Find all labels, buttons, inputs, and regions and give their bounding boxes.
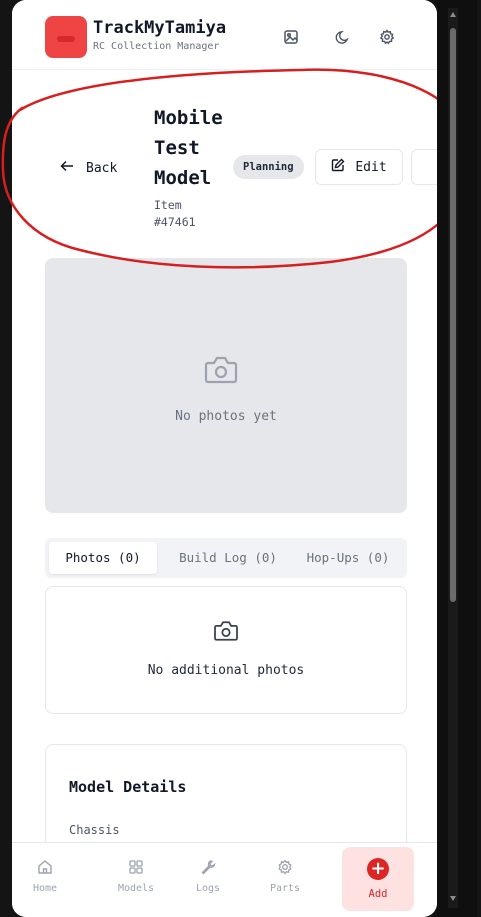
nav-home-label: Home — [32, 883, 58, 894]
detail-tabs: Photos (0) Build Log (0) Hop-Ups (0) — [45, 538, 407, 578]
scroll-down-arrow[interactable] — [450, 896, 456, 901]
scrollbar[interactable] — [437, 0, 477, 917]
app-logo[interactable] — [45, 16, 87, 58]
scroll-up-arrow[interactable] — [450, 12, 456, 17]
more-actions-button[interactable] — [411, 149, 437, 185]
scrollbar-thumb[interactable] — [450, 28, 456, 602]
edit-icon — [331, 158, 345, 176]
car-icon — [57, 36, 75, 42]
arrow-left-icon — [60, 160, 74, 176]
grid-icon — [128, 855, 144, 879]
bottom-nav: Home Models Logs Parts + Add — [12, 842, 437, 917]
photo-placeholder[interactable]: No photos yet — [45, 258, 407, 513]
status-badge: Planning — [233, 155, 304, 179]
chassis-label: Chassis — [69, 823, 120, 837]
app-header: TrackMyTamiya RC Collection Manager — [12, 0, 437, 70]
additional-photos-card: No additional photos — [45, 586, 407, 714]
edit-label: Edit — [355, 159, 387, 175]
item-number: Item #47461 — [154, 198, 196, 229]
settings-icon[interactable] — [376, 26, 398, 48]
nav-add-label: Add — [368, 888, 388, 900]
moon-icon[interactable] — [331, 26, 353, 48]
nav-home[interactable]: Home — [30, 843, 60, 911]
tab-build-log[interactable]: Build Log (0) — [169, 542, 287, 574]
app-subtitle: RC Collection Manager — [93, 41, 220, 52]
back-label: Back — [86, 160, 118, 176]
gallery-icon[interactable] — [280, 26, 302, 48]
back-button[interactable]: Back — [60, 160, 117, 176]
nav-logs[interactable]: Logs — [188, 843, 228, 911]
home-icon — [37, 855, 53, 879]
wrench-icon — [200, 855, 216, 879]
no-photos-text: No photos yet — [175, 409, 277, 424]
model-title: Mobile Test Model — [154, 107, 223, 189]
nav-parts[interactable]: Parts — [265, 843, 305, 911]
nav-models-label: Models — [117, 883, 155, 894]
app-frame: TrackMyTamiya RC Collection Manager Back… — [12, 0, 437, 917]
model-details-title: Model Details — [69, 778, 187, 796]
nav-parts-label: Parts — [269, 883, 301, 894]
tab-hop-ups[interactable]: Hop-Ups (0) — [295, 542, 401, 574]
app-title: TrackMyTamiya — [93, 18, 227, 38]
gear-icon — [277, 855, 293, 879]
camera-icon — [204, 355, 238, 389]
edit-button[interactable]: Edit — [315, 149, 403, 185]
tab-photos[interactable]: Photos (0) — [49, 542, 157, 574]
camera-icon — [213, 620, 239, 646]
no-additional-photos-text: No additional photos — [147, 663, 305, 678]
nav-logs-label: Logs — [195, 883, 221, 894]
nav-models[interactable]: Models — [108, 843, 164, 911]
plus-icon: + — [367, 858, 389, 880]
nav-add[interactable]: + Add — [342, 847, 414, 911]
